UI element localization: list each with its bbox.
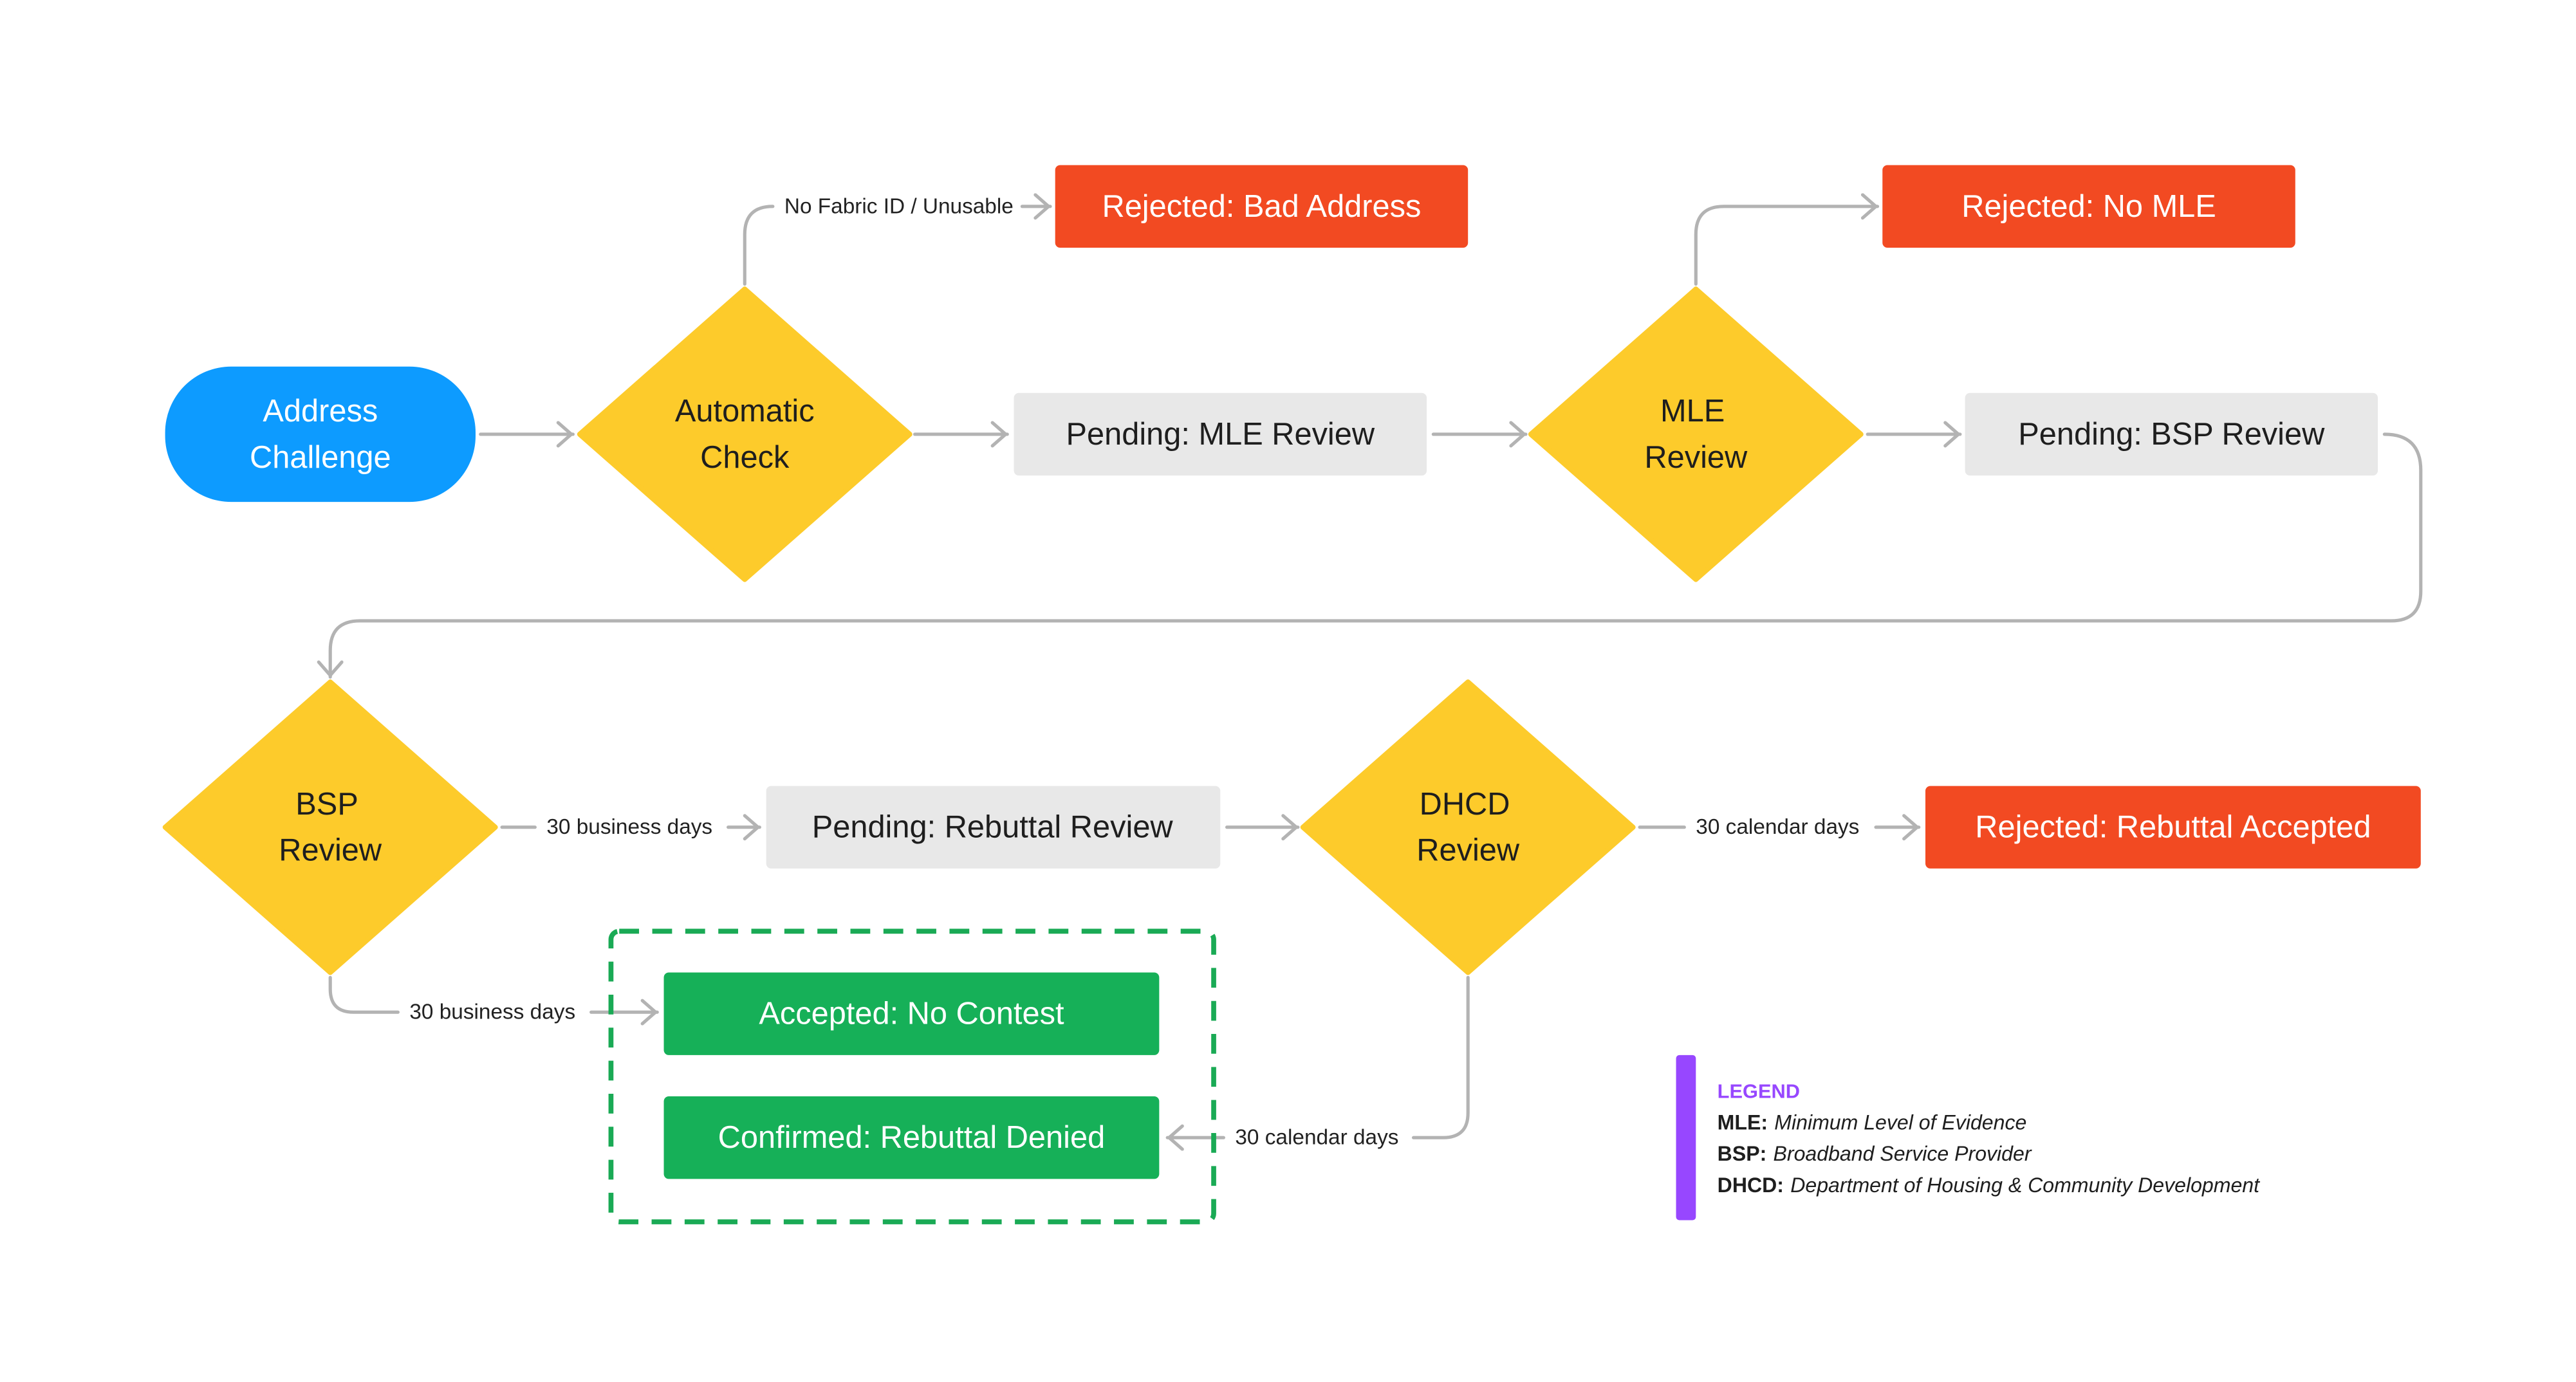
edge-label-dhcd-to-confirmed: 30 calendar days xyxy=(1235,1126,1398,1150)
edge-label-no-fabric-id: No Fabric ID / Unusable xyxy=(784,194,1014,218)
node-pending-bsp-review: Pending: BSP Review xyxy=(1965,392,2378,476)
node-confirmed-rebuttal-denied: Confirmed: Rebuttal Denied xyxy=(663,1096,1160,1179)
svg-text:Confirmed: Rebuttal Denied: Confirmed: Rebuttal Denied xyxy=(718,1120,1106,1155)
node-pending-rebuttal-review: Pending: Rebuttal Review xyxy=(766,786,1221,869)
svg-text:Review: Review xyxy=(1644,440,1748,475)
connector-dhcd-down xyxy=(1411,975,1470,1139)
svg-text:Rejected: No MLE: Rejected: No MLE xyxy=(1961,189,2216,224)
node-pending-mle-review: Pending: MLE Review xyxy=(1014,392,1427,476)
legend-accent-bar xyxy=(1676,1055,1696,1221)
legend: LEGEND MLE: Minimum Level of Evidence BSP… xyxy=(1676,1055,2261,1221)
decision-dhcd-review: DHCD Review xyxy=(1300,679,1636,975)
node-rejected-rebuttal-accepted: Rejected: Rebuttal Accepted xyxy=(1925,786,2421,869)
svg-text:MLE: MLE xyxy=(1660,394,1725,428)
connector-bsp-down xyxy=(328,975,400,1014)
legend-title: LEGEND xyxy=(1718,1080,1800,1103)
svg-text:Automatic: Automatic xyxy=(675,394,815,428)
decision-bsp-review: BSP Review xyxy=(162,679,498,975)
connector-auto-to-bad-address xyxy=(743,205,775,286)
svg-text:Challenge: Challenge xyxy=(250,440,391,475)
svg-text:Check: Check xyxy=(700,440,790,475)
svg-text:Pending: MLE Review: Pending: MLE Review xyxy=(1066,417,1375,452)
svg-text:Rejected: Rebuttal Accepted: Rejected: Rebuttal Accepted xyxy=(1975,810,2371,845)
svg-text:Pending: Rebuttal Review: Pending: Rebuttal Review xyxy=(812,810,1174,845)
decision-mle-review: MLE Review xyxy=(1528,286,1864,582)
legend-item-mle: MLE: Minimum Level of Evidence xyxy=(1718,1110,2027,1134)
svg-text:DHCD: DHCD xyxy=(1420,787,1510,822)
connector-mle-to-no-mle xyxy=(1694,193,1880,286)
challenge-process-flowchart: No Fabric ID / Unusable 30 business days… xyxy=(162,165,2423,1224)
node-rejected-bad-address: Rejected: Bad Address xyxy=(1055,165,1469,248)
edge-label-dhcd-to-rejected: 30 calendar days xyxy=(1696,815,1859,839)
decision-automatic-check: Automatic Check xyxy=(577,286,913,582)
svg-text:Review: Review xyxy=(1416,833,1520,868)
connectors xyxy=(317,193,2423,1151)
svg-text:Rejected: Bad Address: Rejected: Bad Address xyxy=(1102,189,1421,224)
svg-text:Accepted: No Contest: Accepted: No Contest xyxy=(759,997,1064,1031)
node-accepted-no-contest: Accepted: No Contest xyxy=(663,972,1160,1055)
edge-label-bsp-to-rebuttal: 30 business days xyxy=(546,815,712,839)
svg-text:BSP: BSP xyxy=(295,787,358,822)
legend-item-bsp: BSP: Broadband Service Provider xyxy=(1718,1142,2032,1165)
edge-label-bsp-to-accepted: 30 business days xyxy=(409,1000,575,1024)
legend-item-dhcd: DHCD: Department of Housing & Community D… xyxy=(1718,1174,2261,1197)
node-address-challenge: Address Challenge xyxy=(165,366,476,502)
svg-text:Address: Address xyxy=(263,394,378,428)
svg-text:Pending: BSP Review: Pending: BSP Review xyxy=(2018,417,2325,452)
node-rejected-no-mle: Rejected: No MLE xyxy=(1882,165,2295,248)
svg-text:Review: Review xyxy=(279,833,382,868)
